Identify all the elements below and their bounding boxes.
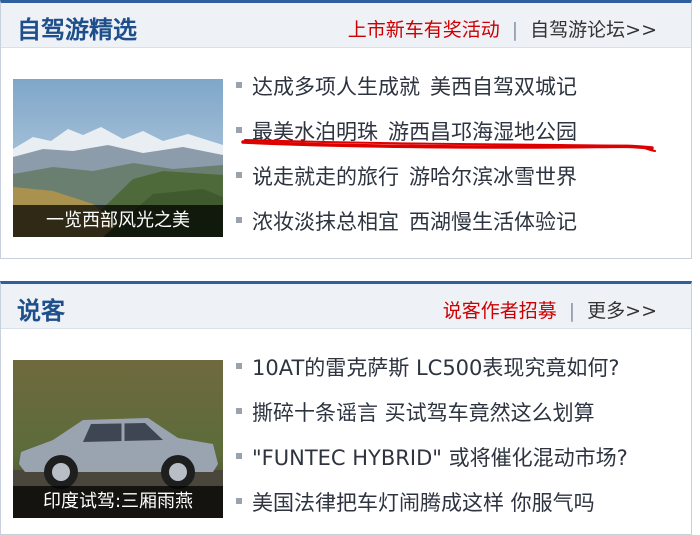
article-link[interactable]: 说走就走的旅行 (252, 165, 399, 189)
selfdrive-title: 自驾游精选 (17, 16, 137, 44)
selfdrive-header: 自驾游精选 上市新车有奖活动 | 自驾游论坛>> (1, 3, 691, 48)
shuoke-more-link[interactable]: 更多>> (587, 300, 657, 322)
article-link[interactable]: 美西自驾双城记 (430, 75, 577, 99)
shuoke-recruit-link[interactable]: 说客作者招募 (443, 300, 557, 322)
shuoke-header: 说客 说客作者招募 | 更多>> (1, 284, 691, 329)
article-link[interactable]: 最美水泊明珠 (252, 120, 378, 144)
article-link[interactable]: 美国法律把车灯闹腾成这样 你服气吗 (252, 491, 595, 515)
list-item: 撕碎十条谣言 买试驾车竟然这么划算 (236, 391, 628, 436)
list-item: 美国法律把车灯闹腾成这样 你服气吗 (236, 481, 628, 526)
selfdrive-forum-link[interactable]: 自驾游论坛>> (530, 19, 657, 41)
article-link[interactable]: 达成多项人生成就 (252, 75, 420, 99)
list-item: "FUNTEC HYBRID" 或将催化混动市场? (236, 436, 628, 481)
list-item: 达成多项人生成就 美西自驾双城记 (236, 65, 577, 110)
shuoke-article-list: 10AT的雷克萨斯 LC500表现究竟如何? 撕碎十条谣言 买试驾车竟然这么划算… (236, 346, 628, 526)
selfdrive-promo-link[interactable]: 上市新车有奖活动 (348, 19, 500, 41)
list-item: 说走就走的旅行 游哈尔滨冰雪世界 (236, 155, 577, 200)
shuoke-header-links: 说客作者招募 | 更多>> (443, 296, 657, 323)
list-item: 10AT的雷克萨斯 LC500表现究竟如何? (236, 346, 628, 391)
header-divider: | (511, 19, 519, 41)
bullet-icon (236, 453, 242, 459)
article-link[interactable]: "FUNTEC HYBRID" 或将催化混动市场? (252, 446, 628, 470)
bullet-icon (236, 127, 242, 133)
bullet-icon (236, 408, 242, 414)
bullet-icon (236, 172, 242, 178)
bullet-icon (236, 498, 242, 504)
bullet-icon (236, 217, 242, 223)
selfdrive-section: 自驾游精选 上市新车有奖活动 | 自驾游论坛>> 一览西部风光之美 达成多项人生成就… (0, 0, 692, 259)
list-item: 浓妆淡抹总相宜 西湖慢生活体验记 (236, 200, 577, 245)
shuoke-thumbnail[interactable]: 印度试驾:三厢雨燕 (13, 360, 223, 518)
header-divider: | (568, 300, 576, 322)
article-link[interactable]: 游哈尔滨冰雪世界 (409, 165, 577, 189)
selfdrive-thumbnail[interactable]: 一览西部风光之美 (13, 79, 223, 237)
list-item: 最美水泊明珠 游西昌邛海湿地公园 (236, 110, 577, 155)
bullet-icon (236, 82, 242, 88)
selfdrive-article-list: 达成多项人生成就 美西自驾双城记 最美水泊明珠 游西昌邛海湿地公园 说走就走的旅行游… (236, 65, 577, 245)
article-link[interactable]: 游西昌邛海湿地公园 (388, 120, 577, 144)
shuoke-title: 说客 (17, 297, 65, 325)
article-link[interactable]: 浓妆淡抹总相宜 (252, 210, 399, 234)
shuoke-image-caption: 印度试驾:三厢雨燕 (13, 486, 223, 518)
article-link[interactable]: 西湖慢生活体验记 (409, 210, 577, 234)
shuoke-section: 说客 说客作者招募 | 更多>> 印度试驾:三厢雨燕 10AT的雷克萨斯 LC5… (0, 281, 692, 535)
article-link[interactable]: 10AT的雷克萨斯 LC500表现究竟如何? (252, 356, 620, 380)
bullet-icon (236, 363, 242, 369)
selfdrive-header-links: 上市新车有奖活动 | 自驾游论坛>> (348, 15, 657, 42)
selfdrive-image-caption: 一览西部风光之美 (13, 205, 223, 237)
article-link[interactable]: 撕碎十条谣言 买试驾车竟然这么划算 (252, 401, 595, 425)
